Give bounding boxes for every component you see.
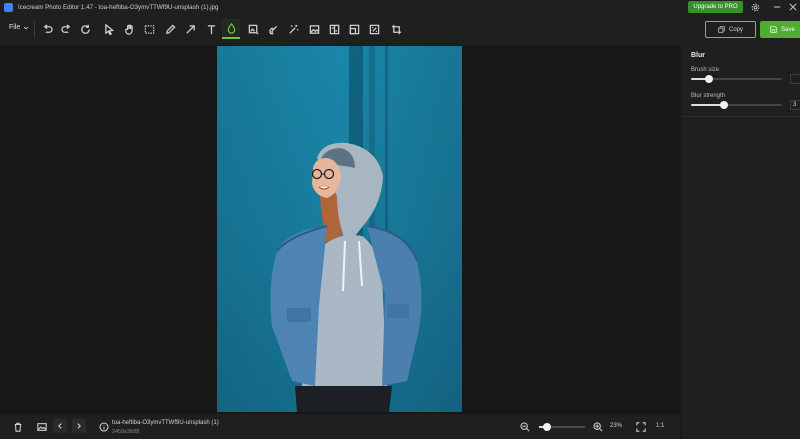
status-bar: toa-heftiba-O3ymvTTWf9U-unsplash (1) 245…: [0, 414, 680, 439]
blur-strength-slider[interactable]: [691, 101, 782, 109]
brush-size-slider[interactable]: [691, 75, 782, 83]
droplet-icon[interactable]: [222, 19, 240, 39]
filters-icon[interactable]: [366, 19, 382, 39]
arrow-icon[interactable]: [182, 19, 198, 39]
save-button-label: Save: [781, 26, 795, 33]
image-dimensions: 2459x3688: [112, 429, 140, 435]
toolbar-divider: [34, 21, 35, 38]
chevron-left-icon: [58, 423, 62, 429]
upgrade-button[interactable]: Upgrade to PRO: [688, 1, 743, 13]
redo-icon[interactable]: [58, 19, 74, 39]
copy-button[interactable]: Copy: [705, 21, 756, 38]
rectangle-select-icon[interactable]: [141, 19, 157, 39]
toolbar: File Copy Save: [0, 14, 800, 45]
zoom-percent: 23%: [610, 423, 623, 429]
save-button[interactable]: Save: [760, 21, 800, 38]
crop-icon[interactable]: [388, 19, 404, 39]
brush-size-value[interactable]: [790, 74, 800, 84]
reset-icon[interactable]: [77, 19, 93, 39]
image-adjust-icon[interactable]: [245, 19, 261, 39]
close-icon[interactable]: [786, 1, 800, 13]
zoom-in-icon[interactable]: [591, 420, 604, 433]
resize-icon[interactable]: [346, 19, 362, 39]
undo-icon[interactable]: [39, 19, 55, 39]
retouch-icon[interactable]: [265, 19, 281, 39]
brush-size-thumb[interactable]: [705, 75, 714, 83]
app-window: Icecream Photo Editor 1.47 - toa-heftiba…: [0, 0, 800, 439]
blur-strength-thumb[interactable]: [719, 101, 728, 109]
file-menu[interactable]: File: [9, 24, 29, 31]
app-logo-icon: [4, 2, 13, 12]
editor-canvas[interactable]: [0, 45, 680, 414]
blur-settings-panel: Blur Brush size Blur strength 3: [682, 45, 800, 439]
chevron-down-icon: [24, 26, 29, 29]
panel-title: Blur: [691, 52, 705, 59]
previous-image-button[interactable]: [53, 419, 67, 433]
minimize-icon[interactable]: [770, 1, 784, 13]
info-icon[interactable]: [97, 420, 110, 433]
title-bar: Icecream Photo Editor 1.47 - toa-heftiba…: [0, 0, 800, 14]
copy-icon: [718, 26, 725, 33]
file-menu-label: File: [9, 24, 21, 31]
zoom-slider-thumb[interactable]: [543, 423, 552, 431]
zoom-out-icon[interactable]: [518, 420, 531, 433]
image-icon[interactable]: [306, 19, 322, 39]
chevron-right-icon: [77, 423, 81, 429]
fit-to-screen-icon[interactable]: [634, 420, 647, 433]
next-image-button[interactable]: [72, 419, 86, 433]
gallery-icon[interactable]: [35, 420, 48, 433]
magic-wand-icon[interactable]: [285, 19, 301, 39]
flip-icon[interactable]: [326, 19, 342, 39]
trash-icon[interactable]: [11, 420, 24, 433]
photo-subject: [217, 46, 462, 412]
save-icon: [770, 26, 777, 33]
copy-button-label: Copy: [728, 26, 743, 33]
pen-icon[interactable]: [162, 19, 178, 39]
hand-icon[interactable]: [121, 19, 137, 39]
brush-size-label: Brush size: [691, 67, 720, 73]
panel-divider: [682, 116, 800, 117]
blur-strength-value[interactable]: 3: [790, 100, 800, 110]
blur-strength-label: Blur strength: [691, 93, 726, 99]
actual-size-button[interactable]: 1:1: [656, 423, 664, 429]
text-icon[interactable]: [203, 19, 219, 39]
window-title: Icecream Photo Editor 1.47 - toa-heftiba…: [18, 3, 219, 11]
gear-icon[interactable]: [748, 1, 762, 13]
cursor-icon[interactable]: [101, 19, 117, 39]
zoom-slider[interactable]: [539, 423, 585, 431]
file-name: toa-heftiba-O3ymvTTWf9U-unsplash (1): [112, 420, 219, 426]
edited-photo[interactable]: [217, 46, 462, 412]
